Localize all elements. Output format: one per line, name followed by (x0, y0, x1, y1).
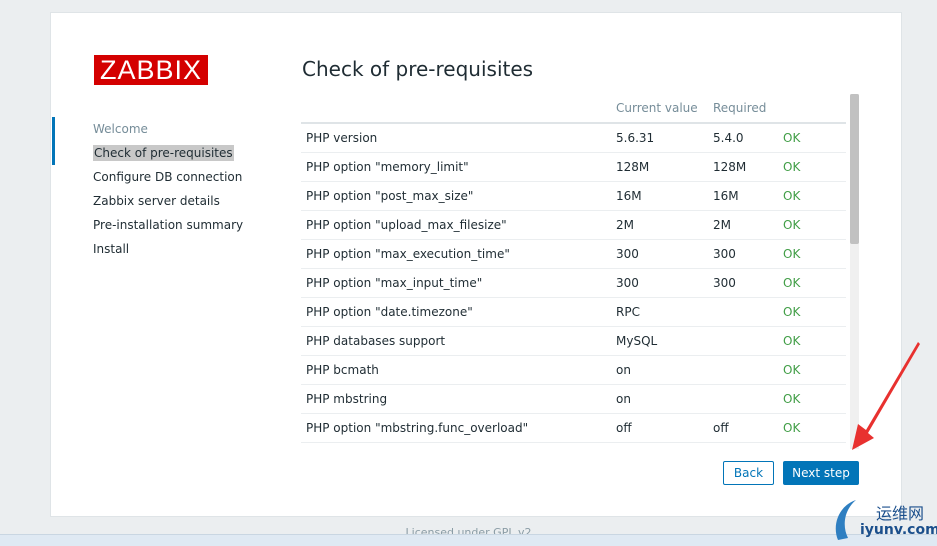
requirement-name: PHP databases support (301, 326, 611, 356)
setup-steps-nav: Welcome Check of pre-requisites Configur… (51, 117, 281, 261)
table-row: PHP databases support MySQL OK (301, 326, 846, 356)
step-install: Install (51, 237, 281, 261)
current-value: 16M (611, 181, 708, 211)
requirement-name: PHP option "post_max_size" (301, 181, 611, 211)
step-server-details: Zabbix server details (51, 189, 281, 213)
required-value: 128M (708, 152, 778, 182)
status-ok: OK (778, 413, 846, 443)
status-ok: OK (778, 297, 846, 327)
current-value: 300 (611, 239, 708, 269)
status-ok: OK (778, 123, 846, 153)
bottom-strip (0, 534, 937, 546)
step-label: Zabbix server details (93, 194, 220, 208)
current-value: on (611, 384, 708, 414)
required-value: 5.4.0 (708, 123, 778, 153)
current-value: 128M (611, 152, 708, 182)
column-header-status (778, 94, 846, 124)
step-label: Check of pre-requisites (93, 145, 234, 161)
status-ok: OK (778, 355, 846, 385)
table-row: PHP option "mbstring.func_overload" off of… (301, 413, 846, 443)
next-step-button[interactable]: Next step (783, 461, 859, 485)
step-welcome: Welcome (51, 117, 281, 141)
page-title: Check of pre-requisites (302, 57, 534, 81)
required-value (708, 384, 778, 414)
zabbix-logo: ZABBIX (94, 55, 208, 85)
current-value: 5.6.31 (611, 123, 708, 153)
current-value: 2M (611, 210, 708, 240)
status-ok: OK (778, 268, 846, 298)
table-row: PHP option "max_execution_time" 300 300 OK (301, 239, 846, 269)
required-value (708, 297, 778, 327)
table-row: PHP option "max_input_time" 300 300 OK (301, 268, 846, 298)
table-row: PHP mbstring on OK (301, 384, 846, 414)
table-header-row: Current value Required (301, 94, 846, 124)
current-value: on (611, 355, 708, 385)
table-row: PHP bcmath on OK (301, 355, 846, 385)
column-header-required: Required (708, 94, 778, 124)
status-ok: OK (778, 326, 846, 356)
required-value: off (708, 413, 778, 443)
required-value: 2M (708, 210, 778, 240)
status-ok: OK (778, 210, 846, 240)
step-label: Install (93, 242, 130, 256)
step-label: Pre-installation summary (93, 218, 244, 232)
column-header (301, 94, 611, 124)
table-row: PHP option "date.timezone" RPC OK (301, 297, 846, 327)
scrollbar-thumb[interactable] (850, 94, 859, 244)
required-value (708, 326, 778, 356)
table-row: PHP option "upload_max_filesize" 2M 2M OK (301, 210, 846, 240)
table-row: PHP option "post_max_size" 16M 16M OK (301, 181, 846, 211)
status-ok: OK (778, 152, 846, 182)
current-value: RPC (611, 297, 708, 327)
annotation-arrow-icon (852, 342, 920, 450)
column-header-current-value: Current value (611, 94, 708, 124)
requirement-name: PHP mbstring (301, 384, 611, 414)
current-value: off (611, 413, 708, 443)
requirement-name: PHP option "upload_max_filesize" (301, 210, 611, 240)
required-value (708, 355, 778, 385)
prerequisites-table-container[interactable]: Current value Required PHP version 5.6.31… (301, 94, 846, 453)
current-value: 300 (611, 268, 708, 298)
required-value: 16M (708, 181, 778, 211)
requirement-name: PHP option "date.timezone" (301, 297, 611, 327)
requirement-name: PHP option "mbstring.func_overload" (301, 413, 611, 443)
back-button[interactable]: Back (723, 461, 774, 485)
status-ok: OK (778, 181, 846, 211)
requirement-name: PHP option "max_execution_time" (301, 239, 611, 269)
site-watermark: 运维网 iyunv.com (830, 496, 937, 544)
requirement-name: PHP version (301, 123, 611, 153)
requirement-name: PHP option "memory_limit" (301, 152, 611, 182)
status-ok: OK (778, 239, 846, 269)
watermark-domain: iyunv.com (860, 522, 937, 538)
required-value: 300 (708, 268, 778, 298)
required-value: 300 (708, 239, 778, 269)
current-value: MySQL (611, 326, 708, 356)
requirement-name: PHP bcmath (301, 355, 611, 385)
step-pre-install-summary: Pre-installation summary (51, 213, 281, 237)
step-check-prerequisites: Check of pre-requisites (51, 141, 281, 165)
table-row: PHP version 5.6.31 5.4.0 OK (301, 123, 846, 153)
setup-panel: ZABBIX Welcome Check of pre-requisites C… (50, 12, 902, 517)
table-row: PHP option "memory_limit" 128M 128M OK (301, 152, 846, 182)
status-ok: OK (778, 384, 846, 414)
prerequisites-table: Current value Required PHP version 5.6.31… (301, 94, 846, 443)
step-label: Configure DB connection (93, 170, 243, 184)
requirement-name: PHP option "max_input_time" (301, 268, 611, 298)
step-label: Welcome (93, 122, 148, 136)
watermark-title: 运维网 (876, 504, 925, 523)
step-configure-db: Configure DB connection (51, 165, 281, 189)
